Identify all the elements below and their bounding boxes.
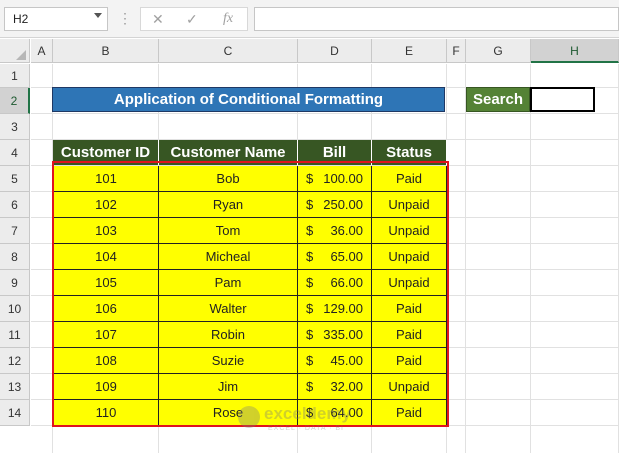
column-header-f[interactable]: F bbox=[447, 39, 466, 63]
bill-amount: 66.00 bbox=[330, 275, 363, 290]
status-cell[interactable]: Paid bbox=[372, 348, 447, 374]
customer-id-cell[interactable]: 106 bbox=[53, 296, 159, 322]
customer-id-cell[interactable]: 105 bbox=[53, 270, 159, 296]
more-options-icon: ⋮ bbox=[118, 10, 132, 26]
column-header-g[interactable]: G bbox=[466, 39, 531, 63]
status-cell[interactable]: Paid bbox=[372, 296, 447, 322]
column-header-e[interactable]: E bbox=[372, 39, 447, 63]
row-header-11[interactable]: 11 bbox=[0, 322, 30, 348]
column-header-c[interactable]: C bbox=[159, 39, 298, 63]
status-cell[interactable]: Unpaid bbox=[372, 270, 447, 296]
row-header-10[interactable]: 10 bbox=[0, 296, 30, 322]
search-label[interactable]: Search bbox=[466, 87, 530, 112]
status-cell[interactable]: Unpaid bbox=[372, 192, 447, 218]
customer-id-cell[interactable]: 107 bbox=[53, 322, 159, 348]
select-all-icon bbox=[16, 50, 26, 60]
bill-cell[interactable]: $65.00 bbox=[298, 244, 372, 270]
bill-amount: 100.00 bbox=[323, 171, 363, 186]
currency-symbol: $ bbox=[306, 353, 314, 368]
row-header-4[interactable]: 4 bbox=[0, 140, 30, 166]
formula-actions: ✕ ✓ fx bbox=[140, 7, 248, 31]
bill-cell[interactable]: $250.00 bbox=[298, 192, 372, 218]
sheet-title[interactable]: Application of Conditional Formatting bbox=[52, 87, 445, 112]
row-header-6[interactable]: 6 bbox=[0, 192, 30, 218]
bill-cell[interactable]: $66.00 bbox=[298, 270, 372, 296]
bill-cell[interactable]: $36.00 bbox=[298, 218, 372, 244]
row-header-12[interactable]: 12 bbox=[0, 348, 30, 374]
row-header-1[interactable]: 1 bbox=[0, 64, 30, 88]
bill-amount: 335.00 bbox=[323, 327, 363, 342]
row-header-5[interactable]: 5 bbox=[0, 166, 30, 192]
currency-symbol: $ bbox=[306, 275, 314, 290]
bill-amount: 65.00 bbox=[330, 249, 363, 264]
currency-symbol: $ bbox=[306, 223, 314, 238]
bill-cell[interactable]: $45.00 bbox=[298, 348, 372, 374]
bill-cell[interactable]: $32.00 bbox=[298, 374, 372, 400]
row-header-2[interactable]: 2 bbox=[0, 88, 30, 114]
currency-symbol: $ bbox=[306, 197, 314, 212]
status-cell[interactable]: Unpaid bbox=[372, 244, 447, 270]
row-header-7[interactable]: 7 bbox=[0, 218, 30, 244]
bill-cell[interactable]: $335.00 bbox=[298, 322, 372, 348]
enter-icon[interactable]: ✓ bbox=[186, 11, 198, 28]
customer-name-cell[interactable]: Suzie bbox=[159, 348, 298, 374]
status-cell[interactable]: Paid bbox=[372, 322, 447, 348]
table-header-cell[interactable]: Customer Name bbox=[159, 140, 298, 165]
formula-input[interactable] bbox=[254, 7, 619, 31]
bill-cell[interactable]: $100.00 bbox=[298, 166, 372, 192]
status-cell[interactable]: Unpaid bbox=[372, 374, 447, 400]
formula-bar: H2 ⋮ ✕ ✓ fx bbox=[0, 0, 619, 38]
customer-id-cell[interactable]: 103 bbox=[53, 218, 159, 244]
customer-name-cell[interactable]: Pam bbox=[159, 270, 298, 296]
watermark-tagline: EXCEL · DATA · BI bbox=[268, 425, 344, 432]
customer-id-cell[interactable]: 110 bbox=[53, 400, 159, 426]
currency-symbol: $ bbox=[306, 379, 314, 394]
row-header-3[interactable]: 3 bbox=[0, 114, 30, 140]
currency-symbol: $ bbox=[306, 249, 314, 264]
insert-function-icon[interactable]: fx bbox=[223, 11, 233, 27]
customer-id-cell[interactable]: 101 bbox=[53, 166, 159, 192]
watermark-name: exceldemy bbox=[264, 404, 351, 423]
column-header-b[interactable]: B bbox=[53, 39, 159, 63]
customer-id-cell[interactable]: 102 bbox=[53, 192, 159, 218]
bill-cell[interactable]: $129.00 bbox=[298, 296, 372, 322]
table-header-cell[interactable]: Customer ID bbox=[53, 140, 159, 165]
customer-id-cell[interactable]: 108 bbox=[53, 348, 159, 374]
bill-amount: 250.00 bbox=[323, 197, 363, 212]
customer-name-cell[interactable]: Bob bbox=[159, 166, 298, 192]
exceldemy-logo-icon bbox=[238, 406, 260, 428]
customer-name-cell[interactable]: Jim bbox=[159, 374, 298, 400]
status-cell[interactable]: Paid bbox=[372, 166, 447, 192]
bill-amount: 129.00 bbox=[323, 301, 363, 316]
bill-amount: 36.00 bbox=[330, 223, 363, 238]
status-cell[interactable]: Unpaid bbox=[372, 218, 447, 244]
row-header-8[interactable]: 8 bbox=[0, 244, 30, 270]
column-header-a[interactable]: A bbox=[31, 39, 53, 63]
cancel-icon[interactable]: ✕ bbox=[152, 11, 164, 28]
customer-id-cell[interactable]: 109 bbox=[53, 374, 159, 400]
column-header-h[interactable]: H bbox=[531, 39, 619, 63]
customer-name-cell[interactable]: Ryan bbox=[159, 192, 298, 218]
search-input-cell[interactable] bbox=[530, 87, 595, 112]
name-box[interactable]: H2 bbox=[4, 7, 108, 31]
table-header-cell[interactable]: Bill bbox=[298, 140, 372, 165]
currency-symbol: $ bbox=[306, 171, 314, 186]
column-header-d[interactable]: D bbox=[298, 39, 372, 63]
currency-symbol: $ bbox=[306, 327, 314, 342]
customer-id-cell[interactable]: 104 bbox=[53, 244, 159, 270]
customer-name-cell[interactable]: Walter bbox=[159, 296, 298, 322]
chevron-down-icon[interactable] bbox=[94, 13, 102, 18]
row-header-13[interactable]: 13 bbox=[0, 374, 30, 400]
watermark: exceldemy EXCEL · DATA · BI bbox=[238, 404, 388, 438]
customer-name-cell[interactable]: Micheal bbox=[159, 244, 298, 270]
customer-name-cell[interactable]: Robin bbox=[159, 322, 298, 348]
bill-amount: 32.00 bbox=[330, 379, 363, 394]
row-header-14[interactable]: 14 bbox=[0, 400, 30, 426]
bill-amount: 45.00 bbox=[330, 353, 363, 368]
customer-name-cell[interactable]: Tom bbox=[159, 218, 298, 244]
row-header-9[interactable]: 9 bbox=[0, 270, 30, 296]
table-header-cell[interactable]: Status bbox=[372, 140, 447, 165]
currency-symbol: $ bbox=[306, 301, 314, 316]
